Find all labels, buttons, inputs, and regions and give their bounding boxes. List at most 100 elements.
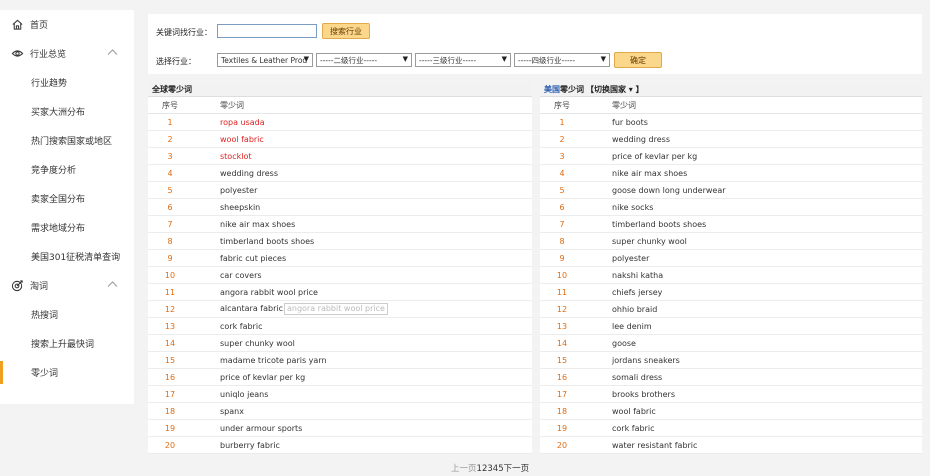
row-keyword[interactable]: water resistant fabric [584,441,922,450]
chevron-up-icon[interactable] [107,48,118,58]
row-keyword[interactable]: uniqlo jeans [192,390,532,399]
keyword-text[interactable]: timberland boots shoes [220,237,314,246]
keyword-text[interactable]: car covers [220,271,262,280]
row-keyword[interactable]: madame tricote paris yarn [192,356,532,365]
row-keyword[interactable]: sheepskin [192,203,532,212]
keyword-text[interactable]: spanx [220,407,244,416]
keyword-text[interactable]: super chunky wool [220,339,295,348]
row-keyword[interactable]: timberland boots shoes [192,237,532,246]
row-keyword[interactable]: alcantara fabric angora rabbit wool price [192,303,532,315]
keyword-text[interactable]: timberland boots shoes [612,220,706,229]
row-keyword[interactable]: fabric cut pieces [192,254,532,263]
keyword-text[interactable]: nike air max shoes [612,169,687,178]
keyword-text[interactable]: super chunky wool [612,237,687,246]
keyword-text[interactable]: ohhio braid [612,305,657,314]
keyword-text[interactable]: fabric cut pieces [220,254,286,263]
row-keyword[interactable]: spanx [192,407,532,416]
keyword-text[interactable]: water resistant fabric [612,441,697,450]
keyword-text[interactable]: lee denim [612,322,652,331]
confirm-button[interactable]: 确定 [614,52,662,68]
sidebar-item-rare-words[interactable]: 零少词 [0,358,134,387]
keyword-text[interactable]: nike air max shoes [220,220,295,229]
row-keyword[interactable]: chiefs jersey [584,288,922,297]
keyword-text[interactable]: chiefs jersey [612,288,662,297]
row-keyword[interactable]: nike air max shoes [192,220,532,229]
row-keyword[interactable]: somali dress [584,373,922,382]
row-keyword[interactable]: ohhio braid [584,305,922,314]
row-keyword[interactable]: super chunky wool [584,237,922,246]
sidebar-item-demand-region[interactable]: 需求地域分布 [0,213,134,242]
keyword-text[interactable]: brooks brothers [612,390,675,399]
keyword-text[interactable]: cork fabric [220,322,262,331]
row-keyword[interactable]: fur boots [584,118,922,127]
row-keyword[interactable]: wool fabric [584,407,922,416]
next-page-link[interactable]: 下一页 [504,464,530,474]
keyword-text[interactable]: cork fabric [612,424,654,433]
keyword-text[interactable]: wool fabric [220,135,264,144]
keyword-text[interactable]: nakshi katha [612,271,663,280]
industry-level2-select[interactable]: -----二级行业----- ▼ [316,53,412,67]
keyword-text[interactable]: nike socks [612,203,653,212]
keyword-text[interactable]: under armour sports [220,424,302,433]
keyword-text[interactable]: wedding dress [612,135,670,144]
sidebar-item-industry-trend[interactable]: 行业趋势 [0,68,134,97]
keyword-text[interactable]: burberry fabric [220,441,280,450]
row-keyword[interactable]: car covers [192,271,532,280]
keyword-text[interactable]: polyester [220,186,257,195]
row-keyword[interactable]: ropa usada [192,118,532,127]
row-keyword[interactable]: timberland boots shoes [584,220,922,229]
keyword-text[interactable]: uniqlo jeans [220,390,268,399]
row-keyword[interactable]: wedding dress [584,135,922,144]
industry-level3-select[interactable]: -----三级行业----- ▼ [415,53,511,67]
row-keyword[interactable]: stocklot [192,152,532,161]
sidebar-item-competition[interactable]: 竞争度分析 [0,155,134,184]
row-keyword[interactable]: super chunky wool [192,339,532,348]
keyword-text[interactable]: goose [612,339,636,348]
keyword-text[interactable]: price of kevlar per kg [220,373,305,382]
row-keyword[interactable]: polyester [584,254,922,263]
row-keyword[interactable]: lee denim [584,322,922,331]
keyword-text[interactable]: wedding dress [220,169,278,178]
sidebar-item-us-301[interactable]: 美国301征税清单查询 [0,242,134,271]
keyword-text[interactable]: alcantara fabric [220,304,283,313]
row-keyword[interactable]: goose down long underwear [584,186,922,195]
chevron-up-icon[interactable] [107,280,118,290]
sidebar-item-buyer-continent[interactable]: 买家大洲分布 [0,97,134,126]
sidebar-item-hot-words[interactable]: 热搜词 [0,300,134,329]
row-keyword[interactable]: brooks brothers [584,390,922,399]
row-keyword[interactable]: nike socks [584,203,922,212]
keyword-input[interactable] [217,24,317,38]
industry-level4-select[interactable]: -----四级行业----- ▼ [514,53,610,67]
row-keyword[interactable]: polyester [192,186,532,195]
row-keyword[interactable]: burberry fabric [192,441,532,450]
keyword-text[interactable]: polyester [612,254,649,263]
sidebar-item-rising-words[interactable]: 搜索上升最快词 [0,329,134,358]
row-keyword[interactable]: price of kevlar per kg [584,152,922,161]
keyword-text[interactable]: wool fabric [612,407,656,416]
keyword-text[interactable]: sheepskin [220,203,260,212]
row-keyword[interactable]: jordans sneakers [584,356,922,365]
keyword-text[interactable]: madame tricote paris yarn [220,356,327,365]
sidebar-group-industry[interactable]: 行业总览 [0,39,134,68]
keyword-text[interactable]: jordans sneakers [612,356,680,365]
sidebar-item-home[interactable]: 首页 [0,10,134,39]
keyword-text[interactable]: ropa usada [220,118,265,127]
row-keyword[interactable]: angora rabbit wool price [192,288,532,297]
keyword-text[interactable]: stocklot [220,152,251,161]
keyword-text[interactable]: goose down long underwear [612,186,726,195]
industry-level1-select[interactable]: Textiles & Leather Prod ▼ [217,53,313,67]
row-keyword[interactable]: cork fabric [192,322,532,331]
search-industry-button[interactable]: 搜索行业 [322,23,370,39]
row-keyword[interactable]: under armour sports [192,424,532,433]
keyword-text[interactable]: fur boots [612,118,648,127]
sidebar-item-seller-distribution[interactable]: 卖家全国分布 [0,184,134,213]
sidebar-item-hot-search-country[interactable]: 热门搜索国家或地区 [0,126,134,155]
row-keyword[interactable]: nike air max shoes [584,169,922,178]
switch-country-button[interactable]: 【切换国家 ▾ 】 [586,84,644,95]
row-keyword[interactable]: nakshi katha [584,271,922,280]
row-keyword[interactable]: goose [584,339,922,348]
row-keyword[interactable]: cork fabric [584,424,922,433]
keyword-text[interactable]: angora rabbit wool price [220,288,318,297]
row-keyword[interactable]: wedding dress [192,169,532,178]
sidebar-group-taoci[interactable]: 淘词 [0,271,134,300]
